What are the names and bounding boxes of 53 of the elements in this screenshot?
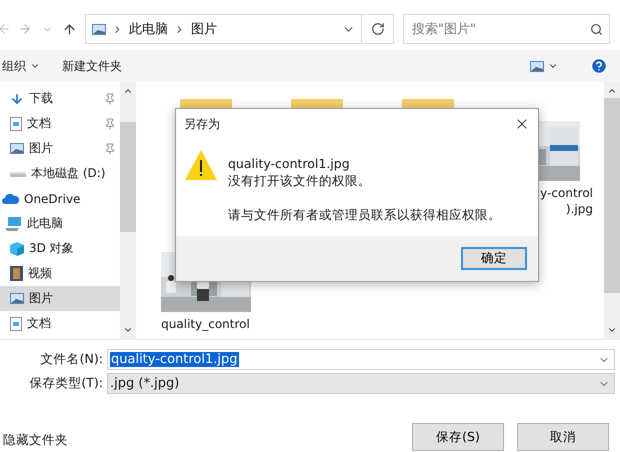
sidebar-item[interactable]: 图片: [0, 136, 120, 161]
error-message: 没有打开该文件的权限。: [228, 172, 372, 189]
save-button[interactable]: 保存(S): [412, 423, 504, 451]
warning-icon: [184, 149, 218, 181]
sidebar-item[interactable]: 文档: [0, 111, 120, 136]
drive-icon: [10, 170, 26, 178]
picture-icon: [92, 24, 106, 34]
file-name: quality_control: [161, 316, 250, 332]
hide-folders-link[interactable]: 隐藏文件夹: [3, 432, 68, 449]
sidebar-item[interactable]: 本地磁盘 (D:): [0, 161, 120, 186]
up-icon[interactable]: [62, 22, 76, 36]
filename-label: 文件名(N):: [40, 351, 103, 368]
dialog-title: 另存为: [184, 116, 220, 132]
search-box[interactable]: 搜索"图片": [403, 14, 610, 44]
cloud-icon: [2, 193, 19, 204]
filename-field[interactable]: quality-control1.jpg: [107, 349, 615, 370]
scrollbar[interactable]: [120, 82, 136, 339]
sidebar-item[interactable]: OneDrive: [0, 186, 120, 211]
sidebar-item[interactable]: 图片: [0, 286, 120, 311]
file-name: quality-control1.jpg: [228, 155, 351, 172]
breadcrumb[interactable]: 图片: [191, 20, 217, 38]
sidebar-item[interactable]: 文档: [0, 311, 120, 336]
search-icon[interactable]: [590, 22, 603, 36]
sidebar-item[interactable]: 3D 对象: [0, 236, 120, 261]
hint-text: 请与文件所有者或管理员联系以获得相应权限。: [228, 206, 501, 223]
file-name: y-control ).jpg: [540, 185, 593, 217]
sidebar-item[interactable]: 下载: [0, 86, 120, 111]
breadcrumb[interactable]: 此电脑: [129, 20, 168, 38]
help-icon[interactable]: [590, 57, 608, 75]
document-icon: [10, 316, 22, 330]
pin-icon[interactable]: [104, 92, 116, 104]
type-dropdown[interactable]: .jpg (*.jpg): [107, 373, 615, 394]
film-icon: [10, 266, 23, 281]
cube-icon: [10, 242, 24, 256]
address-bar[interactable]: 此电脑 图片: [85, 14, 362, 44]
ok-button[interactable]: 确定: [461, 247, 527, 270]
new-folder-button[interactable]: 新建文件夹: [60, 58, 124, 74]
scrollbar[interactable]: [604, 82, 620, 339]
sidebar-item[interactable]: 视频: [0, 261, 120, 286]
refresh-button[interactable]: [362, 14, 394, 44]
pin-icon[interactable]: [104, 142, 116, 154]
picture-icon: [10, 293, 24, 304]
pin-icon[interactable]: [104, 118, 116, 130]
document-icon: [10, 116, 22, 130]
organize-button[interactable]: 组织: [0, 58, 42, 74]
refresh-icon: [370, 22, 384, 36]
computer-icon: [5, 216, 22, 230]
cancel-button[interactable]: 取消: [517, 423, 609, 451]
picture-icon: [10, 143, 24, 154]
type-label: 保存类型(T):: [28, 375, 103, 392]
download-icon: [10, 92, 24, 106]
picture-icon: [530, 60, 544, 72]
sidebar-item[interactable]: 此电脑: [0, 211, 120, 236]
